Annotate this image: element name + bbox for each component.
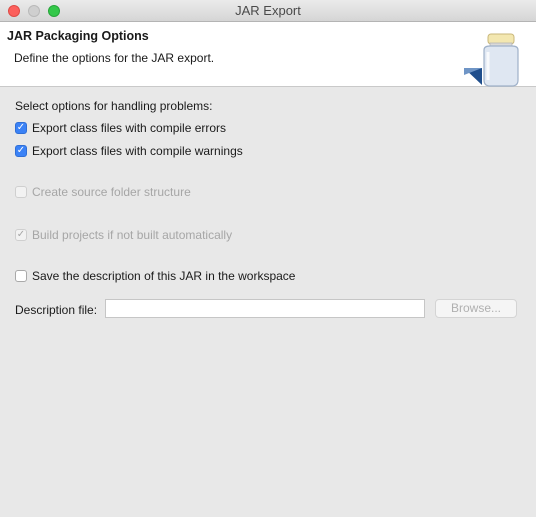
browse-button[interactable]: Browse... bbox=[435, 299, 517, 318]
title-bar: JAR Export bbox=[0, 0, 536, 22]
description-file-input[interactable] bbox=[105, 299, 425, 318]
page-description: Define the options for the JAR export. bbox=[14, 51, 215, 65]
window-title: JAR Export bbox=[235, 3, 301, 18]
export-with-warnings-checkbox[interactable]: ✓ Export class files with compile warnin… bbox=[15, 144, 243, 158]
jar-export-window: JAR Export JAR Packaging Options Define … bbox=[0, 0, 536, 517]
export-with-errors-label: Export class files with compile errors bbox=[32, 121, 227, 135]
create-source-folder-checkbox: Create source folder structure bbox=[15, 185, 191, 199]
description-file-label: Description file: bbox=[15, 303, 98, 317]
checkbox-checked-icon[interactable]: ✓ bbox=[15, 122, 27, 134]
problems-group-label: Select options for handling problems: bbox=[15, 99, 213, 113]
header-banner: JAR Packaging Options Define the options… bbox=[0, 22, 536, 87]
build-projects-label: Build projects if not built automaticall… bbox=[32, 228, 233, 242]
checkbox-checked-icon[interactable]: ✓ bbox=[15, 145, 27, 157]
checkbox-unchecked-icon[interactable] bbox=[15, 270, 27, 282]
options-panel: Select options for handling problems: ✓ … bbox=[0, 87, 536, 517]
save-description-checkbox[interactable]: Save the description of this JAR in the … bbox=[15, 269, 295, 283]
export-with-errors-checkbox[interactable]: ✓ Export class files with compile errors bbox=[15, 121, 226, 135]
create-source-folder-label: Create source folder structure bbox=[32, 185, 191, 199]
checkbox-unchecked-icon bbox=[15, 186, 27, 198]
save-description-label: Save the description of this JAR in the … bbox=[32, 269, 296, 283]
page-title: JAR Packaging Options bbox=[7, 29, 149, 43]
jar-icon bbox=[464, 33, 519, 87]
build-projects-checkbox: ✓ Build projects if not built automatica… bbox=[15, 228, 232, 242]
export-with-warnings-label: Export class files with compile warnings bbox=[32, 144, 243, 158]
description-file-row: Description file: Browse... bbox=[15, 299, 520, 321]
checkbox-checked-icon: ✓ bbox=[15, 229, 27, 241]
